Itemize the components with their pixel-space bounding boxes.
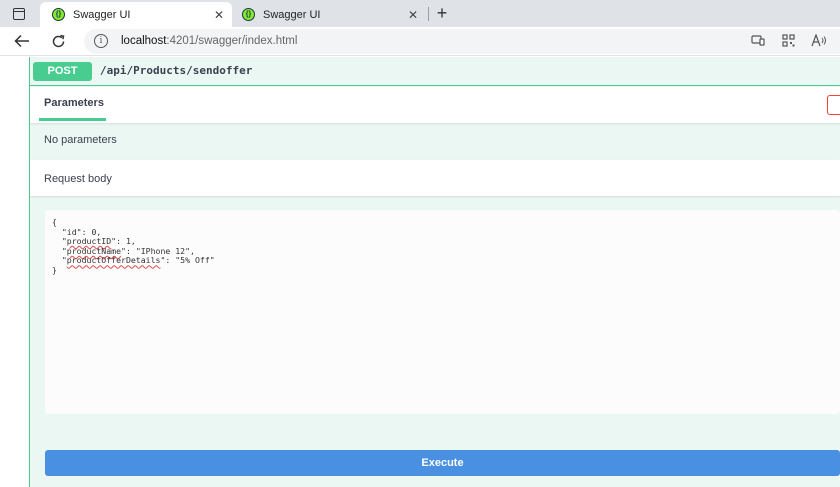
json-line-4: "productOfferDetails": "5% Off" xyxy=(52,255,215,266)
close-tab-icon[interactable]: ✕ xyxy=(408,8,418,22)
back-button[interactable] xyxy=(12,31,32,51)
operation-summary[interactable]: POST /api/Products/sendoffer xyxy=(30,57,840,86)
tab-strip: {} Swagger UI ✕ {} Swagger UI ✕ + xyxy=(0,0,840,27)
tab-swagger-ui-1[interactable]: {} Swagger UI ✕ xyxy=(40,2,232,27)
tab-actions-icon xyxy=(13,8,25,20)
tab-parameters[interactable]: Parameters xyxy=(44,97,104,109)
swagger-favicon-icon: {} xyxy=(242,8,255,21)
browser-toolbar: i localhost:4201/swagger/index.html xyxy=(0,27,840,56)
page-content: POST /api/Products/sendoffer Parameters … xyxy=(0,57,840,487)
read-aloud-icon[interactable] xyxy=(811,34,827,47)
parameters-header: Parameters xyxy=(30,87,840,123)
active-tab-indicator xyxy=(39,118,106,121)
address-url[interactable]: localhost:4201/swagger/index.html xyxy=(121,35,297,47)
site-info-icon[interactable]: i xyxy=(94,34,108,48)
operation-block: POST /api/Products/sendoffer Parameters … xyxy=(30,57,840,487)
url-path: :4201/swagger/index.html xyxy=(166,35,298,47)
request-body-title: Request body xyxy=(44,173,112,185)
request-body-editor[interactable]: { "id": 0, "productID": 1, "productName"… xyxy=(45,210,840,414)
swagger-favicon-icon: {} xyxy=(52,8,65,21)
tab-swagger-ui-2[interactable]: {} Swagger UI ✕ xyxy=(234,2,426,27)
qr-code-icon[interactable] xyxy=(782,34,795,47)
json-line-5: } xyxy=(52,264,57,275)
address-bar[interactable]: i localhost:4201/swagger/index.html xyxy=(84,29,840,54)
operation-path: /api/Products/sendoffer xyxy=(100,64,253,77)
new-tab-button[interactable]: + xyxy=(432,3,452,23)
cancel-try-out-button[interactable] xyxy=(827,95,840,115)
tab-title: Swagger UI xyxy=(263,8,321,21)
no-parameters-text: No parameters xyxy=(44,134,117,146)
back-arrow-icon xyxy=(14,34,29,48)
refresh-button[interactable] xyxy=(48,31,68,51)
refresh-icon xyxy=(52,34,64,47)
app-available-icon[interactable] xyxy=(751,34,765,46)
http-method-badge: POST xyxy=(33,62,92,81)
request-body-json[interactable]: { "id": 0, "productID": 1, "productName"… xyxy=(52,217,215,276)
url-host: localhost xyxy=(121,35,167,47)
close-tab-icon[interactable]: ✕ xyxy=(214,8,224,22)
execute-button[interactable]: Execute xyxy=(45,450,840,476)
tab-separator xyxy=(428,7,429,21)
tab-title: Swagger UI xyxy=(73,8,131,21)
tab-actions-button[interactable] xyxy=(8,4,30,24)
request-body-header: Request body xyxy=(30,160,840,196)
